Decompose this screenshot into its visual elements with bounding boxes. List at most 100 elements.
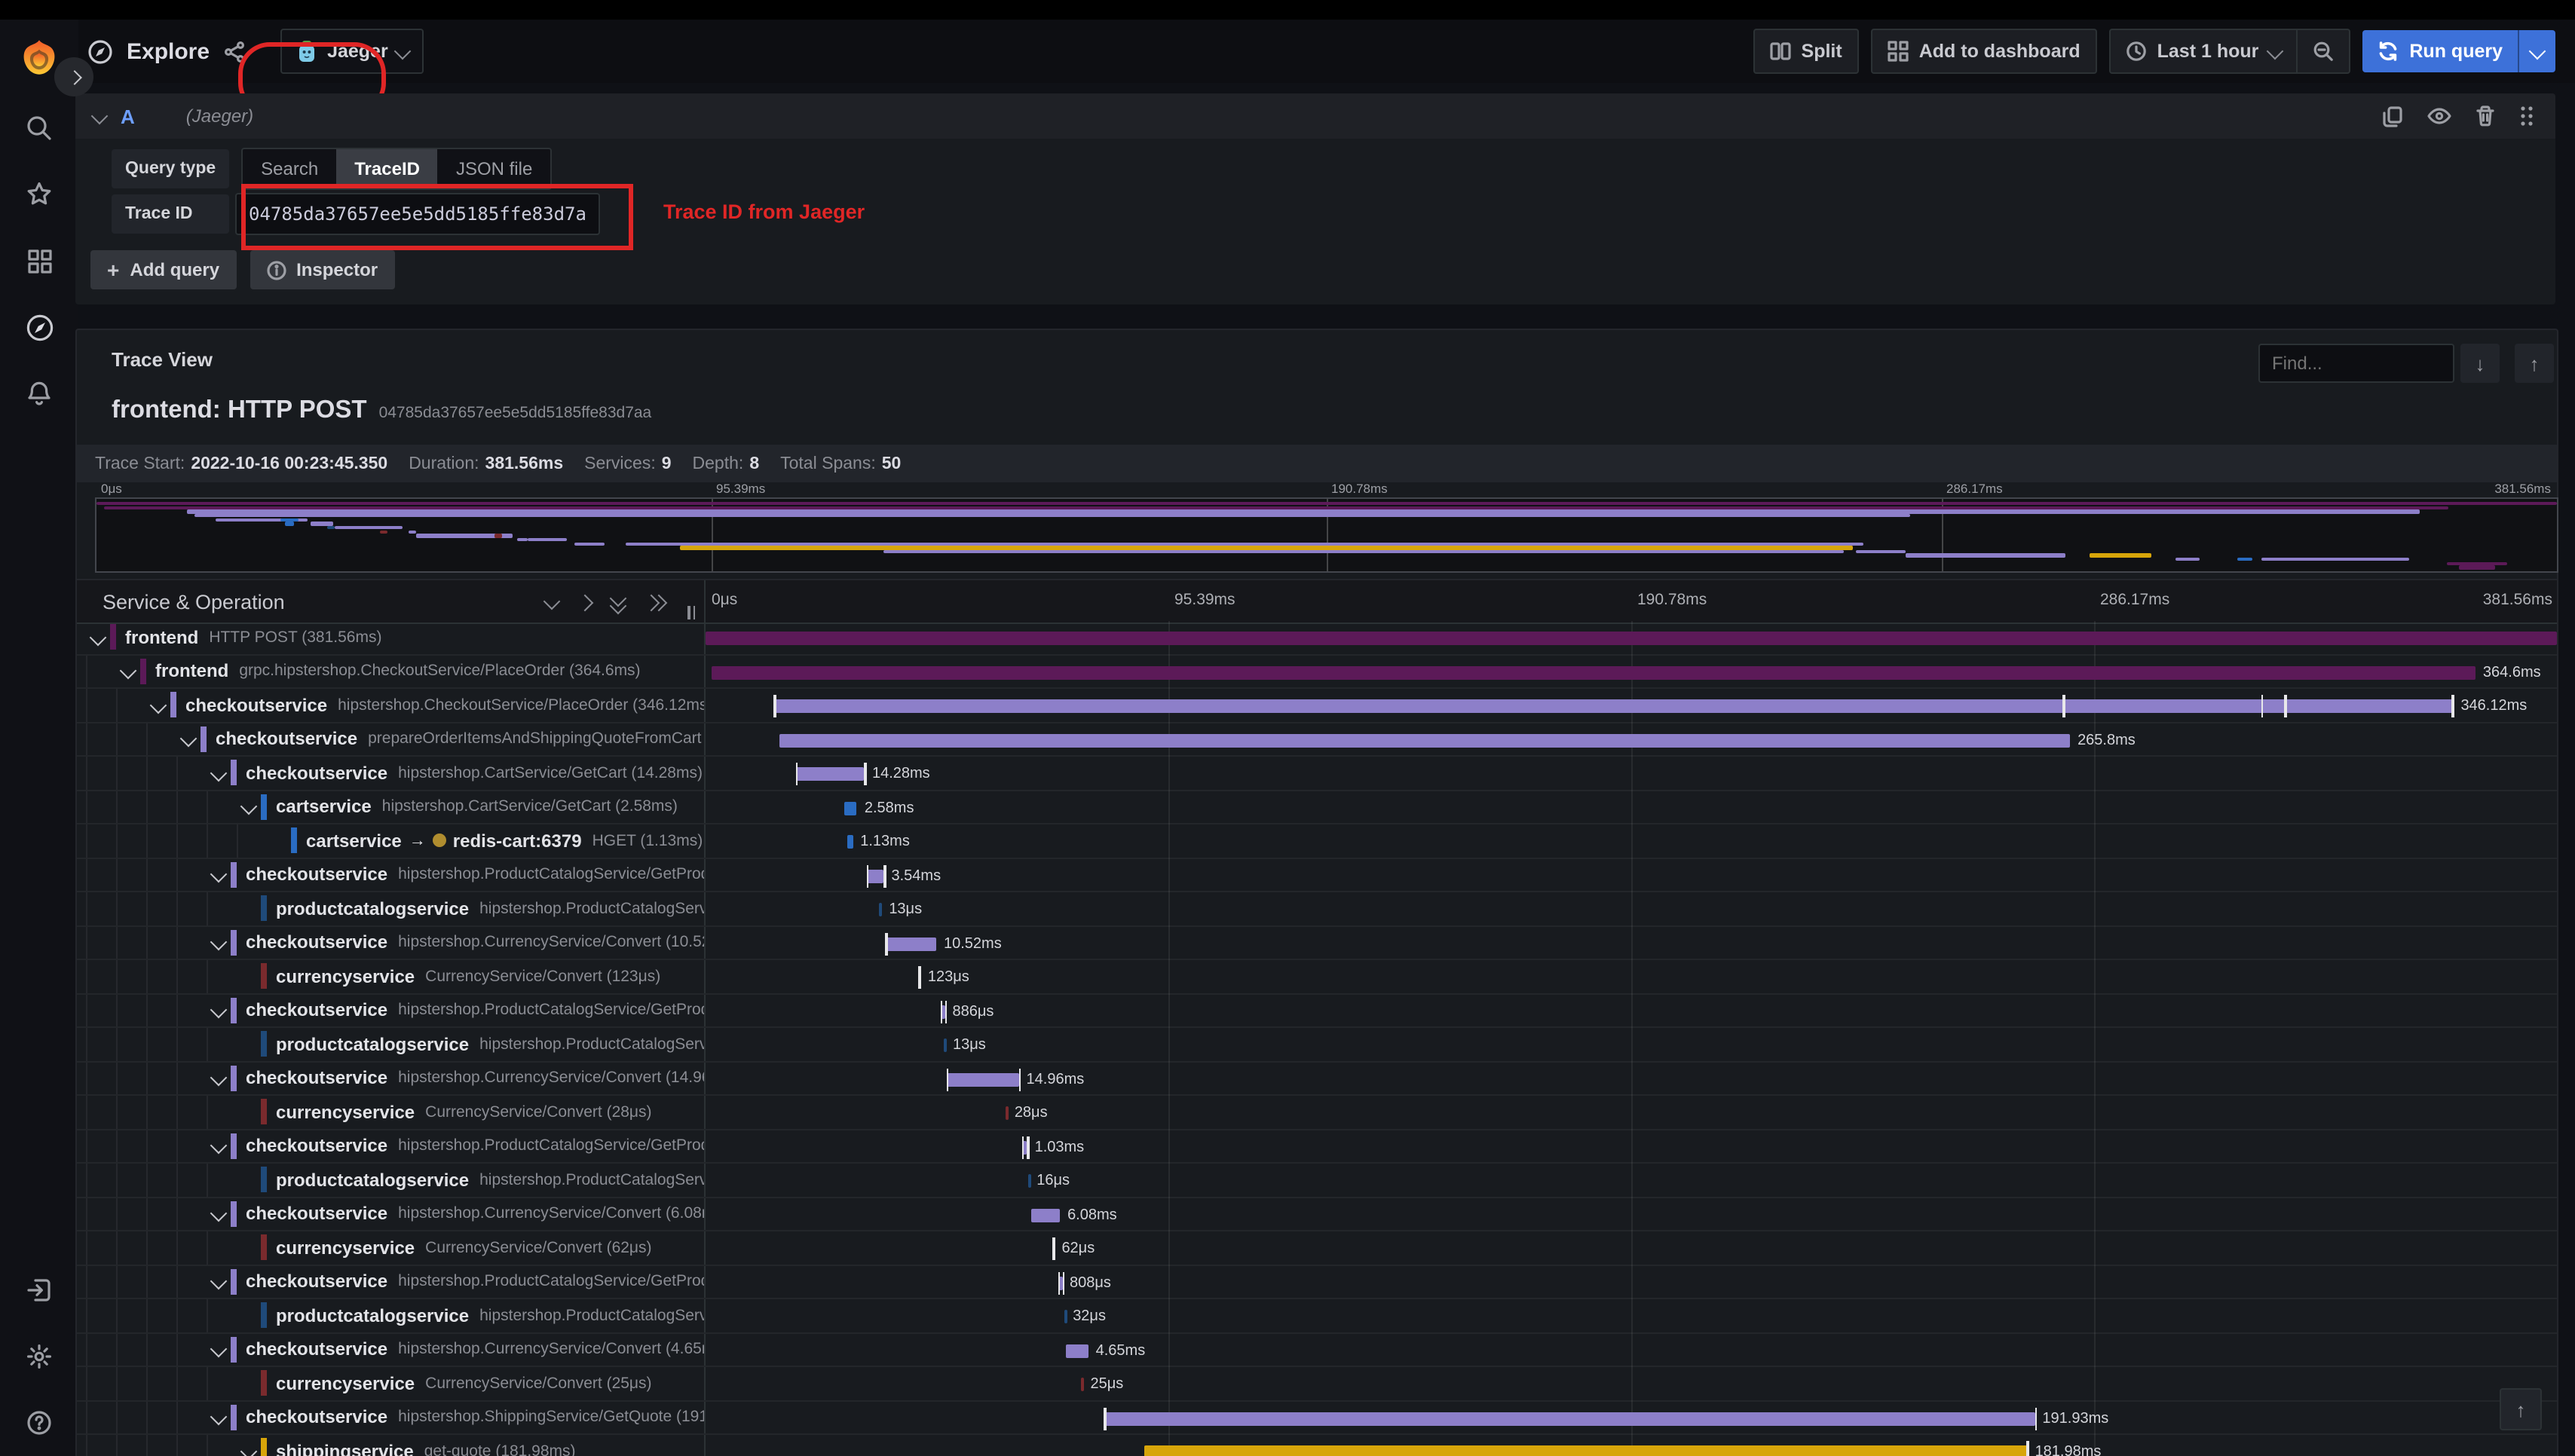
span-row-cartservice[interactable]: cartservice → redis-cart:6379 HGET (1.13ms)… <box>77 824 2557 858</box>
span-timeline-cell[interactable]: 14.28ms <box>706 757 2557 789</box>
span-collapse-icon[interactable] <box>210 1205 228 1222</box>
span-row-frontend[interactable]: frontend HTTP POST (381.56ms) <box>77 621 2557 655</box>
settings-gear-icon[interactable] <box>0 1323 78 1390</box>
span-row-checkoutservice[interactable]: checkoutservice hipstershop.CurrencyServi… <box>77 1062 2557 1096</box>
span-row-checkoutservice[interactable]: checkoutservice hipstershop.ProductCatalo… <box>77 858 2557 892</box>
span-duration-bar[interactable] <box>844 801 857 815</box>
span-timeline-cell[interactable]: 3.54ms <box>706 858 2557 891</box>
span-duration-bar[interactable] <box>1064 1310 1067 1323</box>
span-timeline-cell[interactable]: 123μs <box>706 960 2557 993</box>
span-duration-bar[interactable] <box>711 665 2475 679</box>
column-resize-handle[interactable] <box>687 606 695 619</box>
span-timeline-cell[interactable]: 28μs <box>706 1096 2557 1128</box>
trace-id-input[interactable] <box>235 193 600 235</box>
span-timeline-cell[interactable]: 886μs <box>706 994 2557 1026</box>
span-timeline-cell[interactable]: 181.98ms <box>706 1435 2557 1456</box>
span-row-checkoutservice[interactable]: checkoutservice hipstershop.ProductCatalo… <box>77 1130 2557 1164</box>
span-duration-bar[interactable] <box>1104 1412 2035 1425</box>
span-timeline-cell[interactable]: 16μs <box>706 1164 2557 1196</box>
span-row-checkoutservice[interactable]: checkoutservice prepareOrderItemsAndShipp… <box>77 723 2557 757</box>
span-timeline-cell[interactable]: 10.52ms <box>706 926 2557 959</box>
span-row-checkoutservice[interactable]: checkoutservice hipstershop.ProductCatalo… <box>77 1265 2557 1299</box>
span-row-shippingservice[interactable]: shippingservice get-quote (181.98ms) 181.9… <box>77 1435 2557 1456</box>
query-type-tab-search[interactable]: Search <box>243 149 336 188</box>
dashboards-icon[interactable] <box>0 228 78 294</box>
find-prev-button[interactable]: ↑ <box>2515 344 2554 383</box>
sidebar-expand-button[interactable] <box>54 57 93 96</box>
span-row-productcatalogservice[interactable]: productcatalogservice hipstershop.Product… <box>77 1028 2557 1062</box>
span-row-checkoutservice[interactable]: checkoutservice hipstershop.ShippingServi… <box>77 1401 2557 1435</box>
delete-query-icon[interactable] <box>2475 106 2495 127</box>
expand-one-icon[interactable] <box>576 593 594 611</box>
span-collapse-icon[interactable] <box>210 764 228 782</box>
span-duration-bar[interactable] <box>1027 1174 1031 1188</box>
span-timeline-cell[interactable]: 2.58ms <box>706 791 2557 823</box>
add-query-button[interactable]: + Add query <box>90 250 237 289</box>
time-range-button[interactable]: Last 1 hour <box>2111 30 2297 72</box>
span-collapse-icon[interactable] <box>210 1137 228 1155</box>
span-row-checkoutservice[interactable]: checkoutservice hipstershop.CurrencyServi… <box>77 1198 2557 1231</box>
span-row-frontend[interactable]: frontend grpc.hipstershop.CheckoutService… <box>77 655 2557 689</box>
add-to-dashboard-button[interactable]: Add to dashboard <box>1870 29 2097 74</box>
span-duration-bar[interactable] <box>866 869 884 882</box>
span-collapse-icon[interactable] <box>119 662 137 680</box>
span-timeline-cell[interactable]: 1.13ms <box>706 824 2557 857</box>
trace-minimap[interactable] <box>95 497 2558 573</box>
span-collapse-icon[interactable] <box>210 1273 228 1290</box>
span-duration-bar[interactable] <box>1065 1344 1088 1357</box>
span-row-currencyservice[interactable]: currencyservice CurrencyService/Convert (… <box>77 1367 2557 1401</box>
explore-nav-icon[interactable] <box>0 294 78 360</box>
span-row-productcatalogservice[interactable]: productcatalogservice hipstershop.Product… <box>77 892 2557 926</box>
span-duration-bar[interactable] <box>795 767 865 781</box>
span-row-checkoutservice[interactable]: checkoutservice hipstershop.CartService/G… <box>77 757 2557 791</box>
span-duration-bar[interactable] <box>946 1072 1019 1086</box>
span-duration-bar[interactable] <box>847 835 853 849</box>
span-duration-bar[interactable] <box>1030 1208 1061 1222</box>
span-timeline-cell[interactable]: 191.93ms <box>706 1401 2557 1433</box>
span-duration-bar[interactable] <box>943 1038 947 1052</box>
find-next-button[interactable]: ↓ <box>2460 344 2500 383</box>
span-collapse-icon[interactable] <box>210 1069 228 1087</box>
collapse-all-icon[interactable] <box>609 589 627 614</box>
span-row-cartservice[interactable]: cartservice hipstershop.CartService/GetCa… <box>77 791 2557 824</box>
span-collapse-icon[interactable] <box>210 1002 228 1019</box>
span-row-currencyservice[interactable]: currencyservice CurrencyService/Convert (… <box>77 960 2557 994</box>
span-collapse-icon[interactable] <box>210 1341 228 1358</box>
help-icon[interactable] <box>0 1390 78 1456</box>
span-row-currencyservice[interactable]: currencyservice CurrencyService/Convert (… <box>77 1096 2557 1130</box>
span-collapse-icon[interactable] <box>149 696 167 714</box>
collapse-query-icon[interactable] <box>90 107 109 125</box>
span-row-productcatalogservice[interactable]: productcatalogservice hipstershop.Product… <box>77 1299 2557 1333</box>
span-duration-bar[interactable] <box>885 937 936 950</box>
sign-in-icon[interactable] <box>0 1257 78 1323</box>
inspector-button[interactable]: Inspector <box>250 250 395 289</box>
span-collapse-icon[interactable] <box>89 629 107 646</box>
span-duration-bar[interactable] <box>1005 1106 1009 1120</box>
span-row-checkoutservice[interactable]: checkoutservice hipstershop.ProductCatalo… <box>77 994 2557 1028</box>
run-query-button[interactable]: Run query <box>2362 30 2555 72</box>
span-timeline-cell[interactable] <box>706 621 2557 653</box>
span-collapse-icon[interactable] <box>240 798 258 815</box>
query-ref-id[interactable]: A <box>121 105 135 127</box>
span-row-checkoutservice[interactable]: checkoutservice hipstershop.CheckoutServi… <box>77 689 2557 723</box>
zoom-out-time-button[interactable] <box>2298 30 2349 72</box>
span-timeline-cell[interactable]: 13μs <box>706 892 2557 925</box>
starred-icon[interactable] <box>0 161 78 228</box>
span-timeline-cell[interactable]: 1.03ms <box>706 1130 2557 1162</box>
span-timeline-cell[interactable]: 32μs <box>706 1299 2557 1332</box>
span-timeline-cell[interactable]: 808μs <box>706 1265 2557 1298</box>
query-type-tab-traceid[interactable]: TraceID <box>336 149 438 188</box>
share-icon[interactable] <box>223 40 246 63</box>
span-timeline-cell[interactable]: 62μs <box>706 1231 2557 1264</box>
span-timeline-cell[interactable]: 4.65ms <box>706 1333 2557 1366</box>
span-row-checkoutservice[interactable]: checkoutservice hipstershop.CurrencyServi… <box>77 1333 2557 1367</box>
alerting-bell-icon[interactable] <box>0 360 78 427</box>
span-row-productcatalogservice[interactable]: productcatalogservice hipstershop.Product… <box>77 1164 2557 1198</box>
span-timeline-cell[interactable]: 346.12ms <box>706 689 2557 721</box>
span-timeline-cell[interactable]: 13μs <box>706 1028 2557 1060</box>
span-duration-bar[interactable] <box>706 632 2557 645</box>
scroll-to-top-button[interactable]: ↑ <box>2500 1388 2542 1430</box>
duplicate-query-icon[interactable] <box>2382 105 2403 127</box>
span-duration-bar[interactable] <box>779 733 2071 747</box>
run-query-dropdown[interactable] <box>2519 30 2555 72</box>
